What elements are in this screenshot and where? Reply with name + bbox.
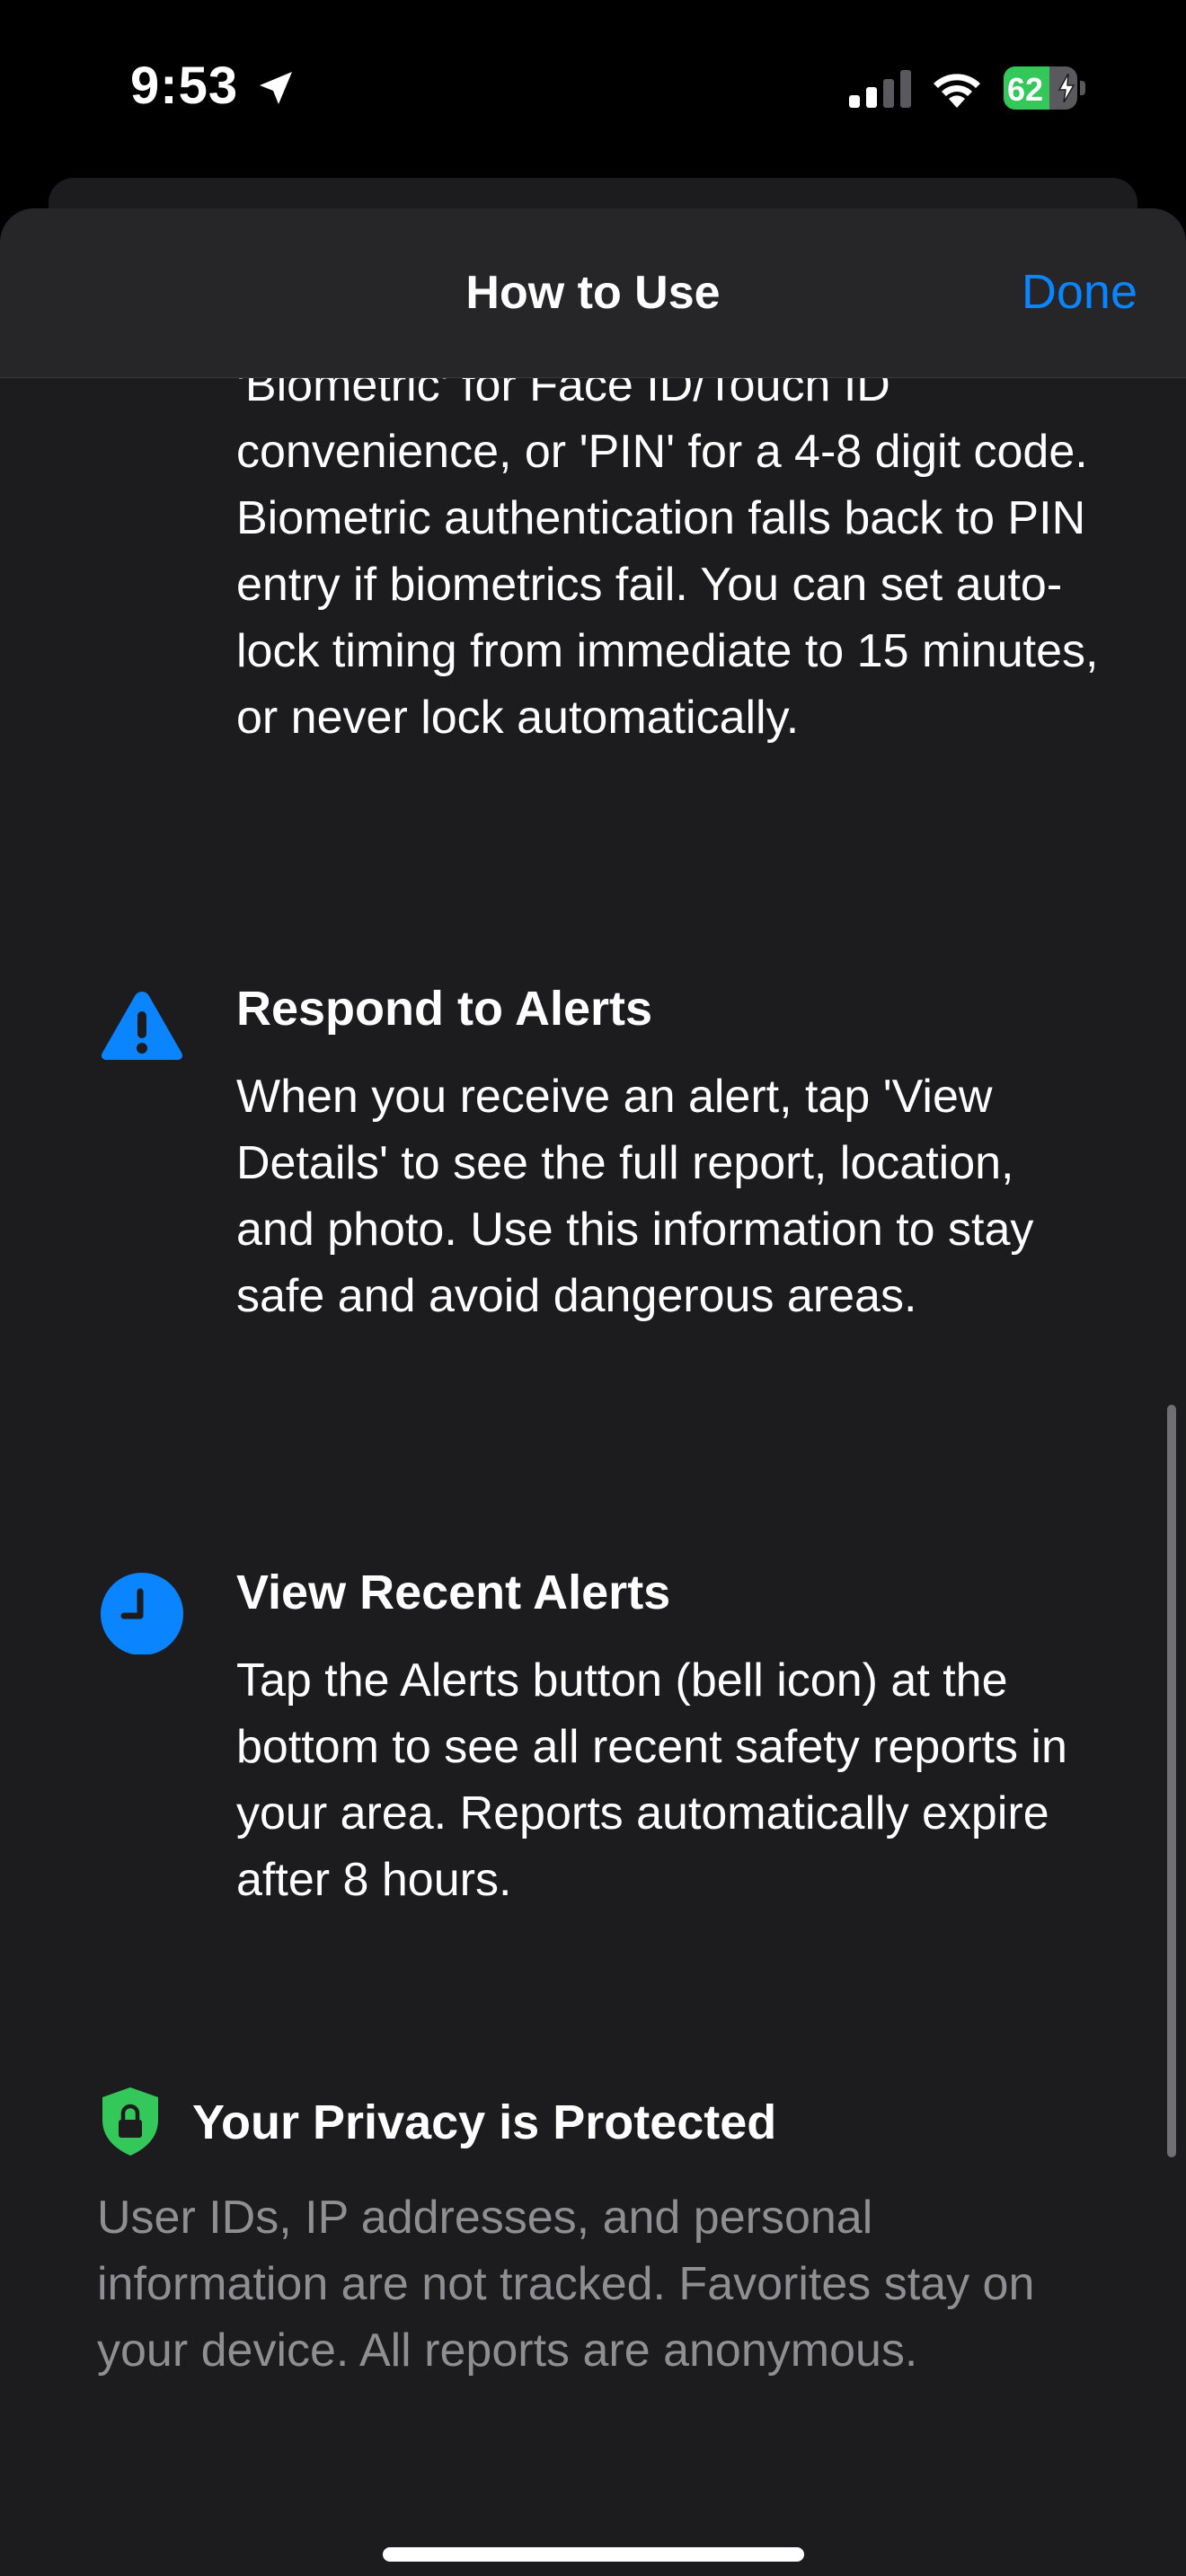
privacy-text: User IDs, IP addresses, and personal inf…	[97, 2192, 1035, 2377]
location-arrow-icon	[260, 72, 292, 104]
battery-icon: 62	[1004, 66, 1085, 110]
privacy-title: Your Privacy is Protected	[192, 2095, 777, 2149]
home-indicator[interactable]	[383, 2547, 804, 2562]
battery-percent: 62	[1007, 71, 1044, 108]
section-title: Respond to Alerts	[236, 982, 653, 1036]
scrollbar[interactable]	[1167, 1405, 1176, 2157]
clock-icon	[101, 1573, 183, 1654]
section-title: View Recent Alerts	[236, 1566, 671, 1619]
sheet-header: How to Use Done	[0, 208, 1186, 378]
warning-triangle-icon	[102, 992, 182, 1060]
status-time: 9:53	[130, 57, 239, 115]
cellular-signal-icon	[849, 70, 911, 108]
shield-lock-icon	[102, 2087, 158, 2156]
status-bar: 9:53 62	[0, 0, 1186, 180]
section-text: Tap the Alerts button (bell icon) at the…	[236, 1654, 1067, 1906]
section-text: When you receive an alert, tap 'View Det…	[236, 1071, 1034, 1322]
continued-paragraph: 'Biometric' for Face ID/Touch ID conveni…	[236, 359, 1099, 744]
charging-bolt-icon	[1058, 74, 1075, 102]
scroll-content[interactable]: 'Biometric' for Face ID/Touch ID conveni…	[0, 208, 1186, 2576]
how-to-use-sheet: How to Use Done 'Biometric' for Face ID/…	[0, 208, 1186, 2576]
sheet-title: How to Use	[465, 267, 721, 319]
wifi-icon	[934, 74, 980, 108]
done-button[interactable]: Done	[1022, 264, 1137, 320]
